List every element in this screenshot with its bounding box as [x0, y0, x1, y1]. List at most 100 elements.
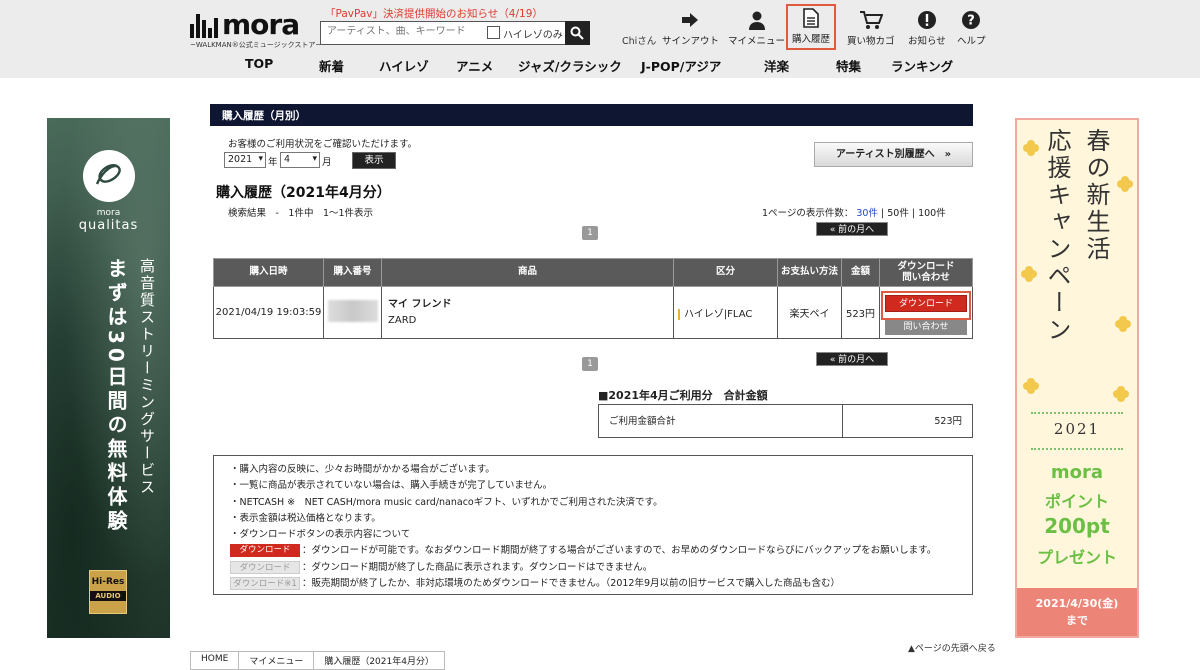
help-button[interactable]: ? ヘルプ — [957, 10, 986, 47]
breadcrumb-mymenu[interactable]: マイメニュー — [238, 651, 315, 670]
note-item: ・ダウンロードボタンの表示内容について — [230, 529, 411, 541]
mora-logo[interactable]: mora ~WALKMAN®公式ミュージックストア~ — [190, 8, 321, 49]
page-number-top[interactable]: 1 — [582, 226, 598, 240]
page-number-bottom[interactable]: 1 — [582, 357, 598, 371]
year-select[interactable]: 2021 — [224, 152, 266, 168]
campaign-year: 2021 — [1053, 420, 1101, 438]
show-button[interactable]: 表示 — [352, 152, 396, 169]
document-icon — [803, 8, 819, 28]
signout-icon — [681, 13, 698, 27]
breadcrumb: HOME マイメニュー 購入履歴（2021年4月分） — [190, 651, 445, 670]
legend-row: ダウンロード ：ダウンロードが可能です。なおダウンロード期間が終了する場合がござい… — [230, 543, 956, 559]
month-select[interactable]: 4 — [280, 152, 320, 168]
breadcrumb-home[interactable]: HOME — [190, 651, 240, 670]
person-icon — [748, 11, 765, 30]
nav-hires[interactable]: ハイレゾ — [379, 56, 429, 75]
search-input[interactable] — [327, 26, 477, 37]
payment-notice-link[interactable]: 「PavPav」決済提供開始のお知らせ（4/19） — [325, 6, 543, 21]
nav-new[interactable]: 新着 — [319, 56, 344, 75]
points-brand: mora — [1050, 462, 1104, 483]
signout-button[interactable]: サインアウト — [662, 10, 719, 47]
per-page-50[interactable]: 50件 — [887, 208, 909, 219]
mymenu-button[interactable]: マイメニュー — [728, 10, 785, 47]
legend-download-active: ダウンロード — [230, 544, 300, 558]
cart-icon — [859, 11, 883, 29]
help-icon: ? — [962, 11, 981, 29]
col-date: 購入日時 — [213, 258, 324, 287]
qualitas-banner[interactable]: mora qualitas 高音質ストリーミングサービス まずは30日間の無料体… — [47, 118, 170, 638]
flower-icon — [1027, 382, 1035, 390]
prev-month-button-top[interactable]: « 前の月へ — [816, 222, 888, 236]
per-page-30[interactable]: 30件 — [856, 208, 878, 219]
points-amount: 200pt — [1044, 514, 1110, 538]
search-bar: ハイレゾのみ — [320, 21, 590, 45]
hires-audio-badge: Hi-Res AUDIO — [89, 570, 127, 614]
notes-box: ・購入内容の反映に、少々お時間がかかる場合がございます。 ・一覧に商品が表示され… — [213, 455, 973, 595]
purchase-table: 購入日時 購入番号 商品 区分 お支払い方法 金額 ダウンロード 問い合わせ 2… — [213, 258, 973, 339]
prev-month-button-bottom[interactable]: « 前の月へ — [816, 352, 888, 366]
campaign-deadline: 2021/4/30(金) まで — [1017, 588, 1137, 636]
legend-download-unavailable: ダウンロード※1 — [230, 577, 300, 591]
row-category: ハイレゾ|FLAC — [673, 286, 778, 339]
col-product: 商品 — [381, 258, 674, 287]
spring-campaign-banner[interactable]: 応援キャンペーン 春の新生活 2021 mora ポイント 200pt プレゼン… — [1015, 118, 1139, 638]
col-price: 金額 — [841, 258, 880, 287]
section-title: 購入履歴（月別） — [210, 104, 973, 126]
purchase-history-button[interactable]: 購入履歴 — [786, 4, 837, 50]
row-actions: ダウンロード 問い合わせ — [879, 286, 973, 339]
note-item: ・一覧に商品が表示されていない場合は、購入手続きが完了していません。 — [230, 480, 553, 492]
download-highlight: ダウンロード — [881, 290, 971, 320]
logo-bars-icon — [190, 14, 218, 38]
artist-history-button[interactable]: アーティスト別履歴へ » — [814, 142, 973, 167]
nav-top[interactable]: TOP — [245, 56, 273, 71]
summary-title: ■2021年4月ご利用分 合計金額 — [598, 389, 768, 402]
col-download: ダウンロード 問い合わせ — [879, 258, 973, 287]
page-heading: 購入履歴（2021年4月分） — [216, 185, 391, 201]
search-button[interactable] — [565, 21, 590, 45]
news-button[interactable]: お知らせ — [908, 10, 946, 47]
nav-ranking[interactable]: ランキング — [891, 56, 953, 75]
back-to-top-link[interactable]: ▲ページの先頭へ戻る — [908, 641, 996, 654]
row-payment: 楽天ペイ — [777, 286, 842, 339]
flower-icon — [1117, 390, 1125, 398]
result-count: 検索結果 - 1件中 1〜1件表示 — [228, 208, 374, 219]
note-item: ・購入内容の反映に、少々お時間がかかる場合がございます。 — [230, 464, 495, 475]
alert-icon — [917, 11, 936, 29]
hires-only-checkbox[interactable] — [487, 26, 500, 39]
points-line3: プレゼント — [1036, 548, 1117, 567]
order-number-redacted — [327, 300, 378, 322]
summary-box: ご利用金額合計 523円 — [598, 404, 973, 438]
svg-text:?: ? — [967, 14, 975, 29]
inquiry-button[interactable]: 問い合わせ — [885, 319, 967, 335]
nav-jpop-asia[interactable]: J-POP/アジア — [641, 56, 721, 75]
qualitas-logo-icon — [83, 150, 135, 202]
month-label: 月 — [322, 157, 332, 168]
hires-only-label: ハイレゾのみ — [503, 30, 563, 41]
points-line1: ポイント — [1044, 492, 1109, 511]
nav-anime[interactable]: アニメ — [456, 56, 493, 75]
product-title[interactable]: マイ フレンド — [388, 297, 673, 313]
summary-label: ご利用金額合計 — [599, 405, 843, 437]
nav-western[interactable]: 洋楽 — [764, 56, 789, 75]
table-row: 2021/04/19 19:03:59 マイ フレンド ZARD ハイレゾ|FL… — [213, 286, 973, 339]
row-price: 523円 — [841, 286, 880, 339]
banner-brand: mora — [96, 208, 121, 218]
intro-text: お客様のご利用状況をご確認いただけます。 — [228, 139, 418, 150]
nav-jazz-classic[interactable]: ジャズ/クラシック — [518, 56, 622, 75]
logo-word: mora — [222, 8, 300, 41]
cart-button[interactable]: 買い物カゴ — [847, 10, 895, 47]
row-order-no — [323, 286, 382, 339]
product-artist[interactable]: ZARD — [388, 313, 673, 329]
download-button[interactable]: ダウンロード — [885, 294, 967, 312]
col-order-no: 購入番号 — [323, 258, 382, 287]
logo-subtitle: ~WALKMAN®公式ミュージックストア~ — [190, 41, 322, 49]
campaign-title: 応援キャンペーン 春の新生活 — [1043, 128, 1110, 344]
row-product: マイ フレンド ZARD — [381, 286, 674, 339]
year-label: 年 — [268, 157, 278, 168]
legend-row: ダウンロード※1 ：販売期間が終了したか、非対応環境のためダウンロードできません。… — [230, 576, 956, 592]
nav-features[interactable]: 特集 — [836, 56, 861, 75]
col-payment: お支払い方法 — [777, 258, 842, 287]
banner-offer: まずは30日間の無料体験 — [104, 258, 128, 534]
search-icon — [570, 26, 584, 40]
per-page-100[interactable]: 100件 — [918, 208, 946, 219]
